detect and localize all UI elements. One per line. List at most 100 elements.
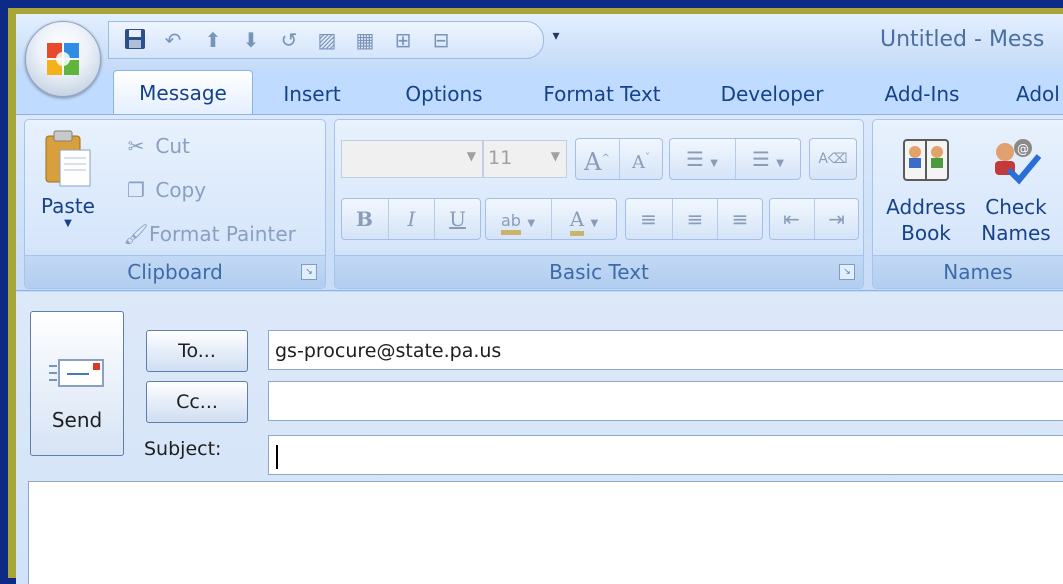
- title-bar: ↶ ⬆ ⬇ ↺ ▨ ▦ ⊞ ⊟ ▾ Untitled - Mess: [16, 14, 1063, 70]
- format-painter-button[interactable]: 🖌Format Painter: [123, 222, 296, 246]
- subject-label: Subject:: [144, 438, 222, 460]
- tab-insert[interactable]: Insert: [270, 75, 354, 113]
- message-header: Send To... gs-procure@state.pa.us Cc... …: [16, 292, 1063, 584]
- bullets-icon: ☰: [686, 147, 704, 171]
- copy-icon: ❐: [127, 178, 145, 202]
- undo-icon[interactable]: ↶: [161, 28, 185, 52]
- cut-label: Cut: [155, 134, 190, 158]
- send-label: Send: [51, 408, 103, 432]
- cc-button[interactable]: Cc...: [146, 381, 248, 423]
- check-names-icon: @: [995, 139, 1042, 185]
- shrink-font-label: A: [632, 152, 645, 173]
- address-book-icon: [903, 139, 949, 181]
- paintbrush-icon: 🖌: [123, 222, 149, 246]
- clipboard-group-label: Clipboard: [25, 255, 325, 288]
- ribbon: Paste ▼ ✂ Cut ❐ Copy 🖌Format Painter Cli…: [16, 114, 1063, 291]
- address-book-label-1: Address: [886, 195, 966, 219]
- chevron-down-icon: ▼: [550, 149, 560, 163]
- address-book-label-2: Book: [901, 221, 951, 245]
- svg-text:@: @: [1017, 142, 1029, 156]
- message-body[interactable]: [28, 481, 1063, 584]
- clear-formatting-icon[interactable]: A⌫: [810, 139, 856, 179]
- format-painter-label: Format Painter: [149, 222, 296, 246]
- clear-formatting-box: A⌫: [809, 138, 857, 180]
- arrow-down-icon[interactable]: ⬇: [239, 28, 263, 52]
- address-book-button[interactable]: Address Book: [879, 126, 973, 246]
- chevron-down-icon: ▼: [710, 158, 718, 169]
- paste-label: Paste: [41, 194, 95, 218]
- chevron-down-icon: ▼: [466, 149, 476, 163]
- tab-adobe[interactable]: Adol: [1014, 75, 1063, 113]
- color-buttons: ab ▼ A ▼: [485, 198, 617, 240]
- bold-button[interactable]: B: [342, 199, 387, 239]
- font-name-combo[interactable]: ▼: [341, 140, 483, 178]
- chevron-down-icon: ▼: [590, 218, 599, 229]
- send-button[interactable]: Send: [30, 311, 124, 456]
- font-grow-shrink: A^ Aˇ: [575, 138, 663, 180]
- insert-row-icon[interactable]: ⊟: [429, 28, 453, 52]
- chevron-down-icon: ▼: [64, 218, 72, 229]
- decrease-indent-icon[interactable]: ⇤: [770, 199, 813, 239]
- subject-field[interactable]: [268, 435, 1063, 475]
- tab-options[interactable]: Options: [394, 75, 494, 113]
- check-names-label-2: Names: [981, 221, 1051, 245]
- numbering-icon: ☰: [752, 147, 770, 171]
- alignment-buttons: ≡ ≡ ≡: [625, 198, 763, 240]
- align-center-icon[interactable]: ≡: [672, 199, 717, 239]
- customize-toolbar-icon[interactable]: ▾: [548, 28, 564, 48]
- align-right-icon[interactable]: ≡: [717, 199, 762, 239]
- basic-text-group: ▼ 11 ▼ A^ Aˇ ☰ ▼ ☰ ▼ A⌫ B I U ab ▼ A ▼ ≡…: [334, 119, 864, 289]
- basic-text-group-label: Basic Text: [335, 255, 863, 288]
- chevron-down-icon: ▼: [776, 158, 784, 169]
- highlight-label: ab: [500, 211, 521, 235]
- paste-button[interactable]: Paste ▼: [35, 126, 101, 246]
- clipboard-group: Paste ▼ ✂ Cut ❐ Copy 🖌Format Painter Cli…: [24, 119, 326, 289]
- shrink-font-button[interactable]: Aˇ: [619, 139, 662, 179]
- office-button[interactable]: [25, 21, 101, 97]
- outlook-message-window: ↶ ⬆ ⬇ ↺ ▨ ▦ ⊞ ⊟ ▾ Untitled - Mess Messag…: [16, 14, 1063, 584]
- font-size-combo[interactable]: 11 ▼: [483, 140, 567, 178]
- check-names-label-1: Check: [985, 195, 1047, 219]
- quick-access-toolbar: ↶ ⬆ ⬇ ↺ ▨ ▦ ⊞ ⊟: [108, 21, 544, 59]
- align-left-icon[interactable]: ≡: [626, 199, 671, 239]
- font-color-label: A: [569, 207, 585, 236]
- ribbon-tabs: Message Insert Options Format Text Devel…: [16, 70, 1063, 115]
- bullets-button[interactable]: ☰ ▼: [670, 139, 734, 179]
- save-icon[interactable]: [123, 28, 147, 52]
- increase-indent-icon[interactable]: ⇥: [814, 199, 858, 239]
- redo-icon[interactable]: ↺: [277, 28, 301, 52]
- arrow-up-icon[interactable]: ⬆: [201, 28, 225, 52]
- tab-message[interactable]: Message: [113, 70, 253, 115]
- picture-icon[interactable]: ▨: [315, 28, 339, 52]
- copy-button[interactable]: ❐ Copy: [123, 178, 206, 202]
- dialog-launcher-icon[interactable]: ↘: [301, 264, 317, 280]
- window-title: Untitled - Mess: [880, 27, 1045, 52]
- cut-button[interactable]: ✂ Cut: [123, 134, 190, 158]
- grow-font-button[interactable]: A^: [576, 139, 618, 179]
- tab-developer[interactable]: Developer: [712, 75, 832, 113]
- paste-icon: [45, 130, 91, 187]
- table-icon[interactable]: ▦: [353, 28, 377, 52]
- underline-button[interactable]: U: [434, 199, 480, 239]
- numbering-button[interactable]: ☰ ▼: [735, 139, 800, 179]
- font-size-value: 11: [488, 147, 513, 169]
- chevron-down-icon: ▼: [527, 218, 536, 229]
- to-field[interactable]: gs-procure@state.pa.us: [268, 330, 1063, 370]
- cc-field[interactable]: [268, 381, 1063, 421]
- check-names-button[interactable]: @ Check Names: [973, 126, 1059, 246]
- grow-font-label: A: [584, 148, 602, 176]
- text-caret: [276, 444, 278, 469]
- indent-buttons: ⇤ ⇥: [769, 198, 859, 240]
- to-button[interactable]: To...: [146, 330, 248, 372]
- font-style-buttons: B I U: [341, 198, 481, 240]
- tab-add-ins[interactable]: Add-Ins: [876, 75, 968, 113]
- dialog-launcher-icon[interactable]: ↘: [839, 264, 855, 280]
- font-color-button[interactable]: A ▼: [551, 199, 616, 239]
- copy-label: Copy: [155, 178, 207, 202]
- insert-table-icon[interactable]: ⊞: [391, 28, 415, 52]
- tab-format-text[interactable]: Format Text: [532, 75, 672, 113]
- italic-button[interactable]: I: [388, 199, 434, 239]
- office-logo-icon: [47, 43, 79, 75]
- highlight-button[interactable]: ab ▼: [486, 199, 550, 239]
- names-group-label: Names: [873, 255, 1063, 288]
